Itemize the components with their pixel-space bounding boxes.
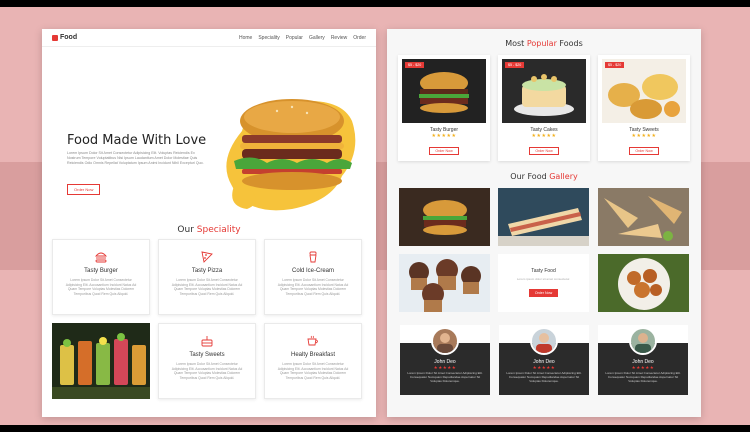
review-card: John Deo ★★★★★ Lorem Ipsum Dolor Sit Ame… [400,325,490,395]
speciality-card-title: Tasty Sweets [189,352,225,358]
star-rating: ★★★★★ [431,133,457,139]
speciality-title: Our Speciality [42,225,376,235]
order-now-button[interactable]: Order Now [629,147,659,155]
review-card: John Deo ★★★★★ Lorem Ipsum Dolor Sit Ame… [499,325,589,395]
gallery-image-wraps[interactable] [598,188,689,246]
review-text: Lorem Ipsum Dolor Sit Amet Consectetur A… [407,371,483,383]
avatar [431,327,459,355]
nav-link-review[interactable]: Review [331,35,347,41]
speciality-card-title: Cold Ice-Cream [291,268,334,274]
order-now-button[interactable]: Order Now [529,147,559,155]
sections-preview: Most Popular Foods $5 - $20 Tasty Burger… [387,29,701,417]
navbar: Food Home Speciality Popular Gallery Rev… [42,29,376,47]
gallery-feature-title: Tasty Food [531,268,556,274]
speciality-card-title: Healty Breakfast [290,352,336,358]
speciality-card-text: Lorem Ipsum Dolor Sit Amet Consectetur A… [65,278,137,296]
order-now-button[interactable]: Order Now [528,289,559,297]
nav-link-speciality[interactable]: Speciality [258,35,279,41]
order-now-button[interactable]: Order Now [429,147,459,155]
hero-text: Lorem Ipsum Dolor Sit Amet Consectetur A… [67,151,204,165]
landing-page-preview: Food Home Speciality Popular Gallery Rev… [42,29,376,417]
burger-icon [95,252,107,263]
popular-title: Most Popular Foods [387,39,701,48]
gallery-title: Our Food Gallery [387,172,701,181]
nav-link-order[interactable]: Order [353,35,366,41]
order-now-button[interactable]: Order Now [67,184,101,195]
price-badge: $5 - $20 [505,62,525,68]
speciality-card-burger[interactable]: Tasty Burger Lorem Ipsum Dolor Sit Amet … [52,239,150,315]
hero-section: Food Made With Love Lorem Ipsum Dolor Si… [42,47,376,225]
star-rating: ★★★★★ [531,133,557,139]
popular-card-cakes[interactable]: $5 - $20 Tasty Cakes ★★★★★ Order Now [498,55,590,161]
gallery-image-cupcakes[interactable] [399,254,490,312]
cake-icon [201,336,213,347]
review-card: John Deo ★★★★★ Lorem Ipsum Dolor Sit Ame… [598,325,688,395]
speciality-card-title: Tasty Pizza [191,268,223,274]
speciality-title-accent: Speciality [196,225,241,235]
speciality-card-text: Lorem Ipsum Dolor Sit Amet Consectetur A… [171,278,243,296]
gallery-image-sandwich[interactable] [498,188,589,246]
logo[interactable]: Food [52,34,77,41]
speciality-card-breakfast[interactable]: Healty Breakfast Lorem Ipsum Dolor Sit A… [264,323,362,399]
speciality-card-pizza[interactable]: Tasty Pizza Lorem Ipsum Dolor Sit Amet C… [158,239,256,315]
pizza-icon [201,251,213,263]
speciality-card-text: Lorem Ipsum Dolor Sit Amet Consectetur A… [171,362,243,380]
review-text: Lorem Ipsum Dolor Sit Amet Consectetur A… [506,371,582,383]
nav-link-gallery[interactable]: Gallery [309,35,325,41]
speciality-title-text: Our [177,225,194,235]
hero-title: Food Made With Love [67,133,207,148]
popular-title-accent: Popular [526,39,557,48]
ice-cream-icon [309,251,317,263]
logo-text: Food [60,34,78,41]
burger-image: $5 - $20 [402,59,486,123]
video-frame: Food Home Speciality Popular Gallery Rev… [0,7,750,425]
review-text: Lorem Ipsum Dolor Sit Amet Consectetur A… [605,371,681,383]
logo-icon [52,34,58,41]
gallery-feature-card: Tasty Food Lorem ipsum dolor sit amet co… [498,254,589,312]
gallery-title-pre: Our Food [510,172,547,181]
sweets-image: $5 - $20 [602,59,686,123]
gallery-image-burger[interactable] [399,188,490,246]
price-badge: $5 - $20 [605,62,625,68]
speciality-card-title: Tasty Burger [84,268,118,274]
nav-link-home[interactable]: Home [239,35,252,41]
cake-image: $5 - $20 [502,59,586,123]
speciality-card-text: Lorem Ipsum Dolor Sit Amet Consectetur A… [277,362,349,380]
coffee-icon [307,335,318,346]
price-badge: $5 - $20 [405,62,425,68]
gallery-image-fried[interactable] [598,254,689,312]
gallery-feature-text: Lorem ipsum dolor sit amet consectetur. [516,277,571,281]
drinks-image [52,323,150,399]
popular-card-burger[interactable]: $5 - $20 Tasty Burger ★★★★★ Order Now [398,55,490,161]
speciality-card-ice-cream[interactable]: Cold Ice-Cream Lorem Ipsum Dolor Sit Ame… [264,239,362,315]
avatar [530,327,558,355]
speciality-card-sweets[interactable]: Tasty Sweets Lorem Ipsum Dolor Sit Amet … [158,323,256,399]
speciality-card-text: Lorem Ipsum Dolor Sit Amet Consectetur A… [277,278,349,296]
hero-burger-image [226,99,356,211]
star-rating: ★★★★★ [631,133,657,139]
avatar [629,327,657,355]
popular-title-pre: Most [505,39,525,48]
popular-card-sweets[interactable]: $5 - $20 Tasty Sweets ★★★★★ Order Now [598,55,690,161]
gallery-title-accent: Gallery [549,172,578,181]
nav-links: Home Speciality Popular Gallery Review O… [239,35,366,41]
popular-title-post: Foods [559,39,583,48]
nav-link-popular[interactable]: Popular [286,35,303,41]
